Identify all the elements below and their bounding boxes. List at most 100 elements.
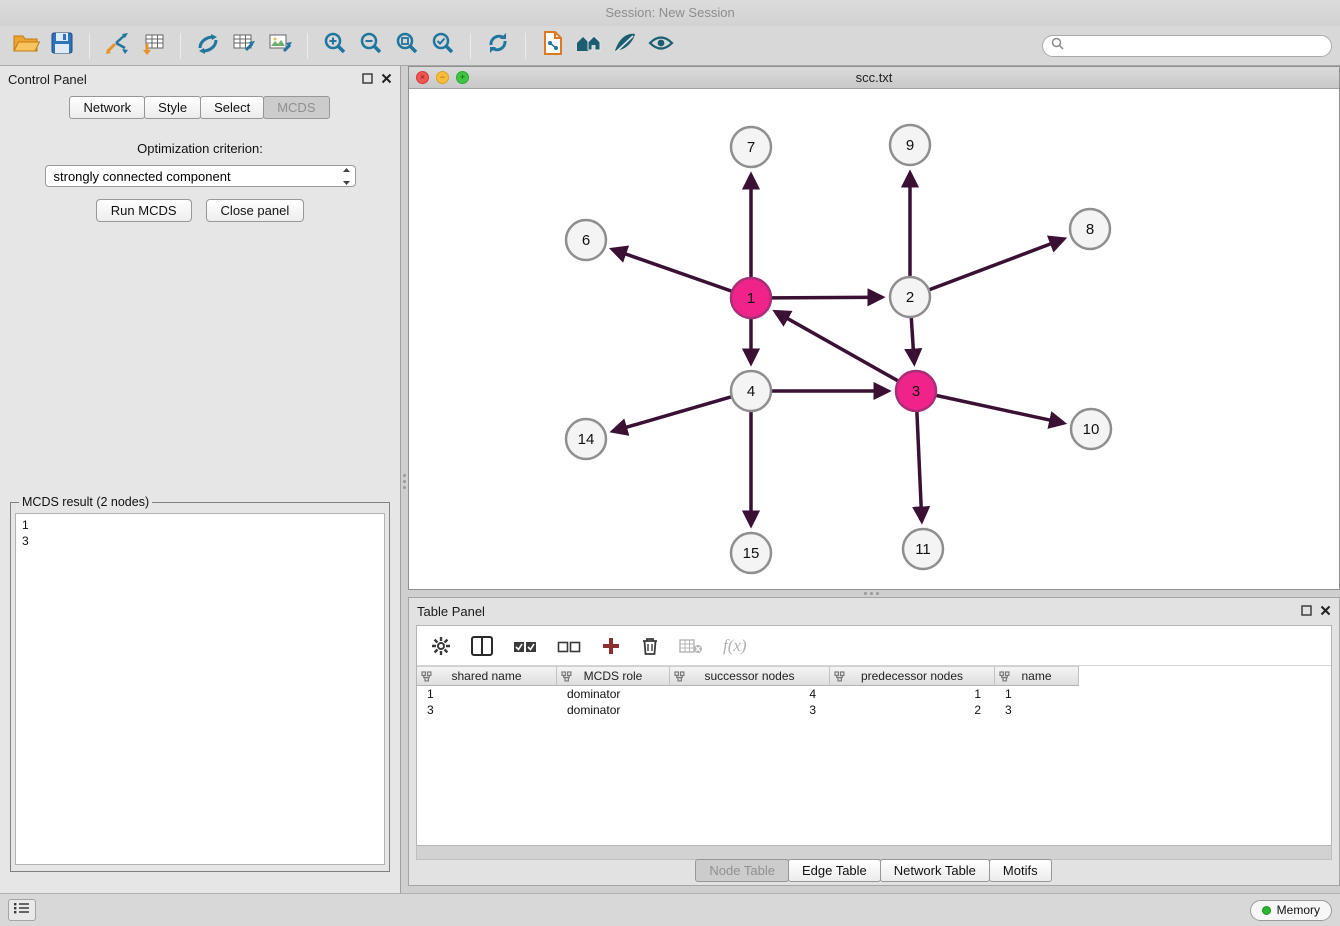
home-button[interactable]: [571, 30, 607, 62]
window-title: Session: New Session: [0, 0, 1340, 26]
network-document-button[interactable]: [535, 30, 571, 62]
mcds-result-group: MCDS result (2 nodes) 13: [10, 495, 390, 872]
zoom-out-button[interactable]: [353, 30, 389, 62]
delete-row-button[interactable]: [641, 636, 659, 656]
run-mcds-button[interactable]: Run MCDS: [96, 199, 192, 222]
zoom-fit-button[interactable]: [389, 30, 425, 62]
table-toolbar: f(x): [417, 626, 1331, 666]
table-row[interactable]: 3dominator323: [417, 702, 1331, 718]
zoom-fit-icon: [394, 30, 420, 61]
tab-select[interactable]: Select: [200, 96, 264, 119]
add-column-button[interactable]: [601, 636, 621, 656]
deselect-all-button[interactable]: [557, 638, 581, 654]
graph-edge-1-6[interactable]: [612, 249, 731, 291]
mcds-result-list[interactable]: 13: [15, 513, 385, 865]
column-header-successor-nodes[interactable]: successor nodes: [670, 666, 830, 686]
export-image-button[interactable]: [262, 30, 298, 62]
toolbar-separator: [470, 33, 471, 59]
apply-function-button[interactable]: f(x): [723, 636, 747, 656]
tab-style[interactable]: Style: [144, 96, 201, 119]
style-brush-button[interactable]: [607, 30, 643, 62]
column-header-mcds-role[interactable]: MCDS role: [557, 666, 670, 686]
zoom-selected-icon: [430, 30, 456, 61]
node-table: f(x) shared nameMCDS rolesuccessor nodes…: [416, 625, 1332, 846]
delete-column-button[interactable]: [679, 637, 703, 655]
control-panel: Control Panel NetworkStyleSelectMCDS Opt…: [0, 66, 401, 893]
export-table-icon: [231, 30, 257, 61]
network-graph[interactable]: 7968124314101511: [409, 89, 1339, 589]
home-icon: [574, 31, 604, 60]
tab-mcds[interactable]: MCDS: [263, 96, 329, 119]
tab-motifs[interactable]: Motifs: [989, 859, 1052, 882]
tab-node-table[interactable]: Node Table: [695, 859, 789, 882]
table-settings-button[interactable]: [431, 636, 451, 656]
refresh-icon: [485, 30, 511, 61]
save-session-button[interactable]: [44, 30, 80, 62]
optimization-criterion-label: Optimization criterion:: [0, 141, 400, 156]
open-file-button[interactable]: [8, 30, 44, 62]
refresh-button[interactable]: [480, 30, 516, 62]
toolbar-separator: [180, 33, 181, 59]
import-network-button[interactable]: [99, 30, 135, 62]
toggle-columns-button[interactable]: [471, 636, 493, 656]
zoom-selected-button[interactable]: [425, 30, 461, 62]
graph-edge-3-11[interactable]: [917, 412, 922, 521]
table-panel: Table Panel f(x) sha: [408, 597, 1340, 886]
network-canvas[interactable]: 7968124314101511: [409, 89, 1339, 589]
toolbar-separator: [307, 33, 308, 59]
horizontal-splitter-handle[interactable]: [858, 590, 884, 597]
main-toolbar: [0, 26, 1340, 66]
graph-node-label: 14: [578, 431, 595, 448]
tab-network-table[interactable]: Network Table: [880, 859, 990, 882]
tab-network[interactable]: Network: [69, 96, 145, 119]
column-header-shared-name[interactable]: shared name: [417, 666, 557, 686]
graph-node-label: 4: [747, 383, 755, 400]
float-panel-icon[interactable]: [362, 72, 373, 87]
export-table-button[interactable]: [226, 30, 262, 62]
list-icon: [14, 901, 30, 919]
zoom-in-button[interactable]: [317, 30, 353, 62]
graph-edge-4-14[interactable]: [613, 397, 731, 431]
table-cell: 1: [830, 686, 995, 702]
open-folder-icon: [12, 31, 40, 60]
graph-node-label: 1: [747, 290, 755, 307]
import-table-button[interactable]: [135, 30, 171, 62]
table-cell: dominator: [557, 686, 670, 702]
graph-edge-2-8[interactable]: [930, 239, 1064, 290]
network-document-icon: [540, 30, 566, 61]
network-window-titlebar[interactable]: scc.txt × − +: [409, 67, 1339, 89]
network-arrows-button[interactable]: [190, 30, 226, 62]
network-arrows-icon: [195, 30, 221, 61]
close-table-panel-icon[interactable]: [1320, 604, 1331, 619]
graph-edge-2-3[interactable]: [911, 318, 914, 363]
column-header-predecessor-nodes[interactable]: predecessor nodes: [830, 666, 995, 686]
vertical-splitter-handle[interactable]: [401, 468, 408, 494]
table-row[interactable]: 1dominator411: [417, 686, 1331, 702]
graph-edge-1-2[interactable]: [772, 297, 882, 298]
zoom-in-icon: [322, 30, 348, 61]
show-hide-button[interactable]: [643, 30, 679, 62]
import-network-icon: [104, 30, 130, 61]
select-all-button[interactable]: [513, 638, 537, 654]
close-panel-icon[interactable]: [381, 72, 392, 87]
search-box: [1042, 35, 1332, 57]
search-input[interactable]: [1069, 39, 1323, 53]
table-hscroll-area[interactable]: [416, 846, 1332, 860]
toolbar-separator: [525, 33, 526, 59]
column-header-name[interactable]: name: [995, 666, 1079, 686]
float-table-panel-icon[interactable]: [1301, 604, 1312, 619]
zoom-out-icon: [358, 30, 384, 61]
export-image-icon: [267, 30, 293, 61]
control-panel-title: Control Panel: [8, 72, 87, 87]
tab-edge-table[interactable]: Edge Table: [788, 859, 881, 882]
close-panel-button[interactable]: Close panel: [206, 199, 305, 222]
table-cell: 3: [670, 702, 830, 718]
memory-label: Memory: [1277, 903, 1320, 917]
criterion-dropdown[interactable]: strongly connected component: [45, 165, 356, 187]
network-window-title: scc.txt: [409, 70, 1339, 85]
graph-node-label: 11: [915, 541, 931, 558]
graph-edge-3-1[interactable]: [775, 312, 897, 381]
memory-button[interactable]: Memory: [1250, 900, 1332, 921]
graph-edge-3-10[interactable]: [937, 396, 1064, 424]
task-history-button[interactable]: [8, 899, 36, 921]
